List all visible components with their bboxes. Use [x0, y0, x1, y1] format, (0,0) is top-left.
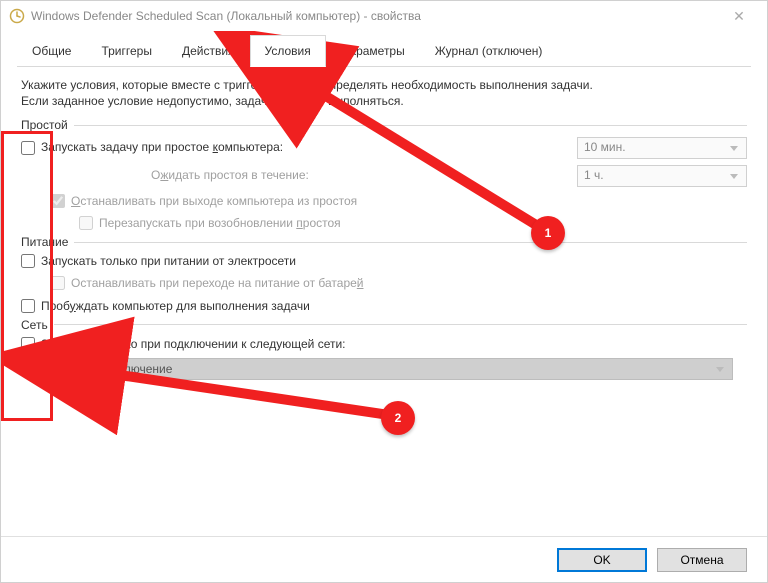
conditions-panel: Укажите условия, которые вместе с тригге…: [17, 67, 751, 395]
description-text: Укажите условия, которые вместе с тригге…: [21, 77, 747, 109]
checkbox-power-wake[interactable]: [21, 299, 35, 313]
select-network-connection[interactable]: Любое подключение: [51, 358, 733, 380]
row-network-start: Запускать только при подключении к следу…: [21, 333, 747, 355]
callout-2: 2: [381, 401, 415, 435]
label-idle-restart: Перезапускать при возобновлении простоя: [99, 215, 341, 231]
row-power-ac: Запускать только при питании от электрос…: [21, 250, 747, 272]
checkbox-power-stop-batt: [51, 276, 65, 290]
row-idle-wait: Ожидать простоя в течение: 1 ч.: [21, 162, 747, 190]
row-power-wake: Пробуждать компьютер для выполнения зада…: [21, 295, 747, 317]
tabstrip: Общие Триггеры Действия Условия Параметр…: [17, 35, 751, 67]
label-idle-stop: Останавливать при выходе компьютера из п…: [71, 193, 357, 209]
dialog-window: Windows Defender Scheduled Scan (Локальн…: [0, 0, 768, 583]
group-network: Сеть Запускать только при подключении к …: [21, 317, 747, 383]
checkbox-idle-start[interactable]: [21, 141, 35, 155]
group-power-title: Питание: [21, 234, 747, 250]
clock-icon: [9, 8, 25, 24]
checkbox-network-start[interactable]: [21, 337, 35, 351]
label-idle-start: Запускать задачу при простое компьютера:: [41, 139, 283, 155]
group-idle: Простой Запускать задачу при простое ком…: [21, 117, 747, 234]
titlebar: Windows Defender Scheduled Scan (Локальн…: [1, 1, 767, 31]
checkbox-idle-stop: [51, 194, 65, 208]
label-power-wake: Пробуждать компьютер для выполнения зада…: [41, 298, 310, 314]
group-power: Питание Запускать только при питании от …: [21, 234, 747, 317]
group-idle-title: Простой: [21, 117, 747, 133]
checkbox-power-ac[interactable]: [21, 254, 35, 268]
row-network-select: Любое подключение: [21, 355, 747, 383]
ok-button[interactable]: OK: [557, 548, 647, 572]
tab-settings[interactable]: Параметры: [326, 35, 420, 66]
tab-history[interactable]: Журнал (отключен): [420, 35, 558, 66]
row-idle-stop: Останавливать при выходе компьютера из п…: [21, 190, 747, 212]
label-power-ac: Запускать только при питании от электрос…: [41, 253, 296, 269]
row-idle-restart: Перезапускать при возобновлении простоя: [21, 212, 747, 234]
tab-actions[interactable]: Действия: [167, 35, 250, 66]
select-idle-duration[interactable]: 1 ч.: [577, 165, 747, 187]
tab-general[interactable]: Общие: [17, 35, 86, 66]
select-idle-wait[interactable]: 10 мин.: [577, 137, 747, 159]
dialog-footer: OK Отмена: [1, 536, 767, 582]
tab-triggers[interactable]: Триггеры: [86, 35, 167, 66]
row-idle-start: Запускать задачу при простое компьютера:…: [21, 134, 747, 162]
content-area: Общие Триггеры Действия Условия Параметр…: [1, 31, 767, 536]
close-icon[interactable]: ✕: [719, 8, 759, 25]
checkbox-idle-restart: [79, 216, 93, 230]
row-power-stop-batt: Останавливать при переходе на питание от…: [21, 272, 747, 294]
group-network-title: Сеть: [21, 317, 747, 333]
tab-conditions[interactable]: Условия: [250, 35, 326, 67]
cancel-button[interactable]: Отмена: [657, 548, 747, 572]
label-network-start: Запускать только при подключении к следу…: [41, 336, 346, 352]
label-idle-wait: Ожидать простоя в течение:: [51, 167, 309, 183]
label-power-stop-batt: Останавливать при переходе на питание от…: [71, 275, 364, 291]
window-title: Windows Defender Scheduled Scan (Локальн…: [31, 9, 719, 23]
